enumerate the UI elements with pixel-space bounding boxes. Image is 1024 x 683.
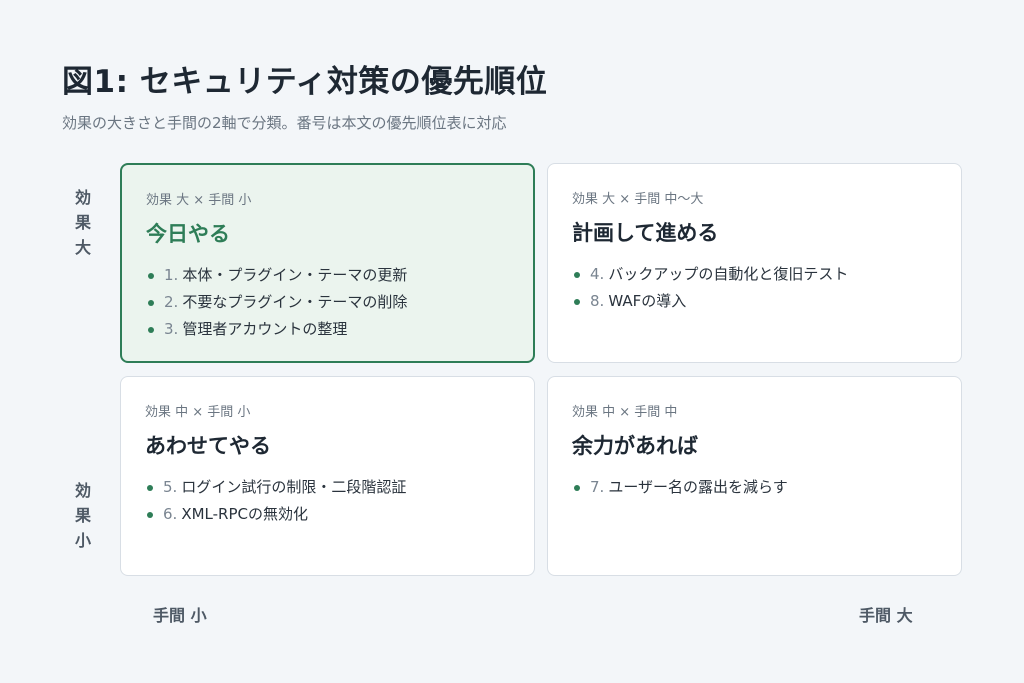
- quadrant-item-list: 1. 本体・プラグイン・テーマの更新 2. 不要なプラグイン・テーマの削除 3. 管理…: [146, 262, 507, 343]
- list-item: 5. ログイン試行の制限・二段階認証: [145, 474, 508, 501]
- item-text: 本体・プラグイン・テーマの更新: [182, 266, 408, 284]
- list-item: 8. WAFの導入: [572, 288, 935, 315]
- list-item: 4. バックアップの自動化と復旧テスト: [572, 261, 935, 288]
- bullet-dot-icon: [147, 485, 153, 491]
- y-axis-label-low-char: 果: [74, 506, 91, 525]
- list-item: 6. XML-RPCの無効化: [145, 501, 508, 528]
- y-axis-label-high: 効 果 大: [68, 185, 98, 260]
- quadrant-title: 余力があれば: [572, 434, 698, 458]
- y-axis-label-high-char: 果: [74, 213, 91, 232]
- x-axis-label-high: 手間 大: [859, 606, 913, 625]
- quadrant-do-today: 効果 大 × 手間 小 今日やる 1. 本体・プラグイン・テーマの更新 2. 不要な…: [120, 163, 535, 363]
- item-text: ユーザー名の露出を減らす: [608, 478, 788, 496]
- y-axis-label-high-char: 大: [74, 238, 91, 257]
- item-text: ログイン試行の制限・二段階認証: [181, 478, 407, 496]
- bullet-dot-icon: [148, 300, 154, 306]
- quadrant-item-list: 5. ログイン試行の制限・二段階認証 6. XML-RPCの無効化: [145, 474, 508, 528]
- y-axis-label-low-char: 効: [74, 481, 91, 500]
- quadrant-title: あわせてやる: [145, 434, 271, 458]
- figure-subtitle: 効果の大きさと手間の2軸で分類。番号は本文の優先順位表に対応: [62, 114, 507, 132]
- y-axis-label-low: 効 果 小: [68, 478, 98, 553]
- quadrant-item-list: 7. ユーザー名の露出を減らす: [572, 474, 935, 501]
- list-item: 1. 本体・プラグイン・テーマの更新: [146, 262, 507, 289]
- item-number: 3.: [164, 320, 179, 338]
- quadrant-item-list: 4. バックアップの自動化と復旧テスト 8. WAFの導入: [572, 261, 935, 315]
- list-item: 2. 不要なプラグイン・テーマの削除: [146, 289, 507, 316]
- item-number: 7.: [590, 478, 605, 496]
- bullet-dot-icon: [147, 512, 153, 518]
- quadrant-title: 計画して進める: [572, 221, 719, 245]
- item-number: 5.: [163, 478, 178, 496]
- quadrant-meta: 効果 大 × 手間 中〜大: [572, 192, 704, 207]
- item-number: 4.: [590, 265, 605, 283]
- y-axis-label-high-char: 効: [74, 188, 91, 207]
- list-item: 3. 管理者アカウントの整理: [146, 316, 507, 343]
- quadrant-meta: 効果 大 × 手間 小: [146, 193, 252, 208]
- item-text: 管理者アカウントの整理: [182, 320, 348, 338]
- bullet-dot-icon: [148, 273, 154, 279]
- quadrant-meta: 効果 中 × 手間 小: [145, 405, 251, 420]
- bullet-dot-icon: [574, 299, 580, 305]
- bullet-dot-icon: [148, 327, 154, 333]
- bullet-dot-icon: [574, 485, 580, 491]
- item-number: 6.: [163, 505, 178, 523]
- bullet-dot-icon: [574, 272, 580, 278]
- quadrant-title: 今日やる: [146, 222, 230, 246]
- quadrant-if-time-permits: 効果 中 × 手間 中 余力があれば 7. ユーザー名の露出を減らす: [547, 376, 962, 576]
- x-axis-label-low: 手間 小: [153, 606, 207, 625]
- item-number: 2.: [164, 293, 179, 311]
- item-text: バックアップの自動化と復旧テスト: [608, 265, 849, 283]
- list-item: 7. ユーザー名の露出を減らす: [572, 474, 935, 501]
- quadrant-do-together: 効果 中 × 手間 小 あわせてやる 5. ログイン試行の制限・二段階認証 6. X…: [120, 376, 535, 576]
- item-text: XML-RPCの無効化: [181, 505, 308, 523]
- figure-title: 図1: セキュリティ対策の優先順位: [62, 64, 548, 100]
- item-text: 不要なプラグイン・テーマの削除: [182, 293, 408, 311]
- quadrant-plan-ahead: 効果 大 × 手間 中〜大 計画して進める 4. バックアップの自動化と復旧テスト…: [547, 163, 962, 363]
- item-text: WAFの導入: [608, 292, 687, 310]
- item-number: 1.: [164, 266, 179, 284]
- y-axis-label-low-char: 小: [74, 531, 91, 550]
- quadrant-meta: 効果 中 × 手間 中: [572, 405, 678, 420]
- item-number: 8.: [590, 292, 605, 310]
